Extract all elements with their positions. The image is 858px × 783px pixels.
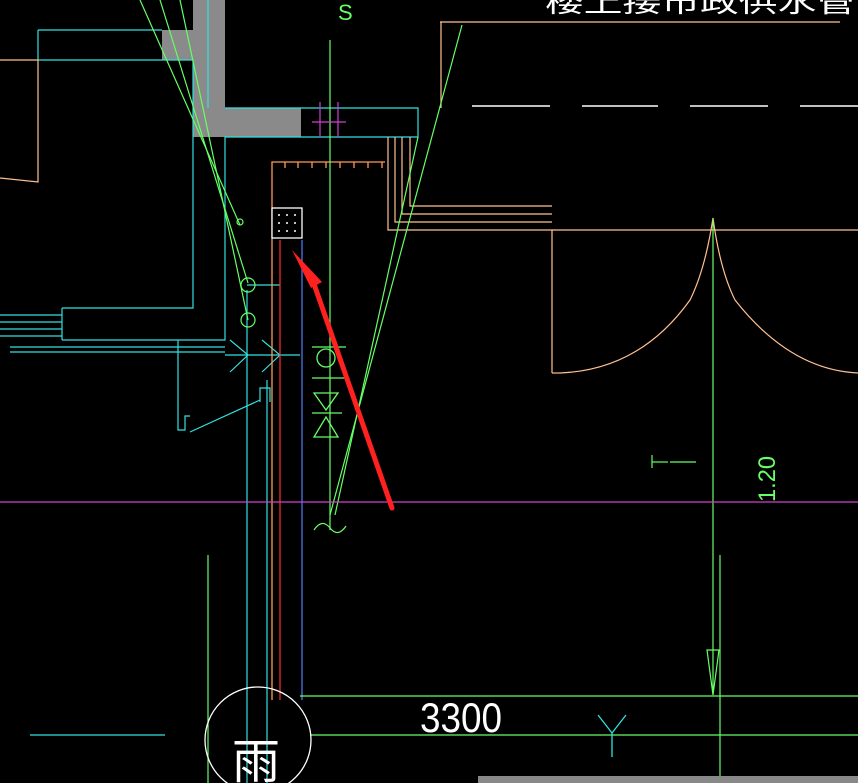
door-swing-arcs bbox=[559, 217, 858, 374]
branch-arrow-2 bbox=[261, 339, 281, 373]
y-mark-icon bbox=[597, 714, 627, 757]
outline-room-2 bbox=[394, 137, 552, 223]
valve-box bbox=[259, 387, 271, 402]
cad-drawing[interactable]: 楼上接市政供水管 3300 1.20 雨 S bbox=[0, 0, 858, 783]
room-label: 雨 bbox=[232, 734, 280, 783]
gate-valve-icon bbox=[312, 392, 340, 412]
outline-room-4 bbox=[409, 137, 552, 207]
outline-left bbox=[0, 59, 39, 183]
magenta-lines bbox=[0, 102, 858, 503]
orange-pipe bbox=[271, 161, 385, 700]
wall-outline-1 bbox=[37, 30, 194, 309]
pressure-gauge-icon bbox=[316, 348, 336, 368]
wall-fill-vertical bbox=[193, 0, 225, 137]
diag-cyan bbox=[189, 399, 261, 433]
wall-fills bbox=[162, 0, 301, 137]
wall-stub bbox=[177, 340, 190, 431]
bottom-bar bbox=[478, 776, 858, 783]
branch-arrow-1 bbox=[229, 339, 249, 373]
top-note: 楼上接市政供水管 bbox=[545, 0, 855, 18]
wall-fill-horizontal bbox=[225, 108, 301, 137]
supply-pipe bbox=[271, 161, 385, 700]
outline-room-3 bbox=[401, 137, 552, 215]
outline-room-1 bbox=[387, 137, 553, 373]
meter-box[interactable] bbox=[271, 207, 303, 239]
elevation-label: 1.20 bbox=[754, 456, 781, 502]
long-diagonal-1 bbox=[329, 24, 463, 516]
partial-glyph: S bbox=[338, 0, 353, 25]
dimension-value: 3300 bbox=[420, 694, 502, 741]
cad-canvas[interactable]: 楼上接市政供水管 3300 1.20 雨 S bbox=[0, 0, 858, 783]
peach-outlines bbox=[0, 21, 858, 374]
